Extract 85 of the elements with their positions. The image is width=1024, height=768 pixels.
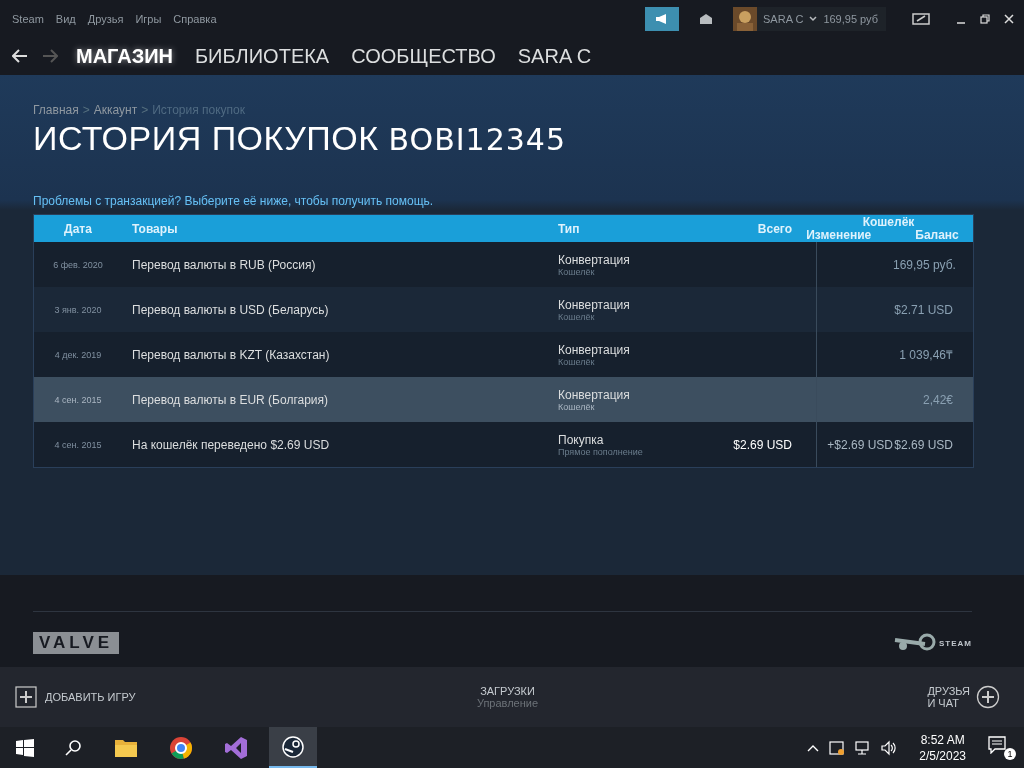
type-cell-text: Конвертация bbox=[558, 387, 631, 402]
breadcrumb-separator: > bbox=[82, 103, 90, 117]
downloads-label[interactable]: ЗАГРУЗКИ bbox=[480, 685, 535, 697]
avatar[interactable] bbox=[733, 6, 757, 31]
add-game-button[interactable]: ДОБАВИТЬ ИГРУ bbox=[45, 691, 136, 703]
item-cell-text: Перевод валюты в EUR (Болгария) bbox=[131, 392, 330, 407]
megaphone-icon bbox=[655, 12, 669, 25]
big-picture-icon[interactable] bbox=[912, 12, 930, 25]
balance-cell-text: 1 039,46₸ bbox=[899, 347, 953, 363]
chevron-up-icon[interactable] bbox=[807, 743, 820, 752]
menu-item[interactable]: Steam bbox=[12, 12, 44, 25]
visual-studio-icon[interactable] bbox=[224, 735, 248, 760]
downloads-status: Управление bbox=[476, 697, 539, 709]
add-friend-icon[interactable] bbox=[976, 685, 1000, 709]
item-cell-text: Перевод валюты в RUB (Россия) bbox=[131, 257, 317, 272]
nav-tab[interactable]: SARA C bbox=[517, 44, 592, 68]
folder-icon[interactable] bbox=[114, 737, 138, 758]
announcements-button[interactable] bbox=[645, 6, 679, 31]
caret-icon[interactable] bbox=[809, 15, 818, 22]
steam-icon bbox=[282, 735, 304, 758]
breadcrumb-separator: > bbox=[141, 103, 149, 117]
column-header: Изменение bbox=[806, 228, 872, 242]
item-cell-text: Перевод валюты в KZT (Казахстан) bbox=[131, 347, 331, 362]
menu-item[interactable]: Друзья bbox=[87, 12, 124, 25]
date-cell-text: 4 сен. 2015 bbox=[53, 394, 103, 405]
search-icon[interactable] bbox=[65, 738, 83, 757]
subtype-cell-text: Кошелёк bbox=[558, 356, 595, 367]
subtype-cell-text: Кошелёк bbox=[558, 266, 595, 277]
item-cell-text: На кошелёк переведено $2.69 USD bbox=[131, 437, 331, 452]
restore-icon[interactable] bbox=[980, 13, 990, 24]
sync-icon[interactable] bbox=[829, 739, 846, 756]
balance-cell: 169,95 руб. bbox=[893, 257, 956, 272]
balance-cell: $2.71 USD bbox=[894, 302, 953, 317]
menu-item[interactable]: Игры bbox=[135, 12, 162, 25]
username: BOBI12345 bbox=[388, 122, 566, 157]
breadcrumb[interactable]: Аккаунт bbox=[93, 103, 138, 117]
breadcrumb[interactable]: Главная bbox=[33, 103, 79, 117]
valve-logo[interactable]: VALVE bbox=[33, 632, 120, 654]
account-name[interactable]: SARA C bbox=[763, 12, 804, 25]
type-cell-text: Конвертация bbox=[558, 342, 631, 357]
subtype-cell-text: Кошелёк bbox=[558, 311, 595, 322]
notification-count: 1 bbox=[1004, 747, 1016, 760]
nav-tab[interactable]: МАГАЗИН bbox=[76, 44, 173, 68]
menu-item[interactable]: Справка bbox=[173, 12, 217, 25]
menu-item[interactable]: Вид bbox=[55, 12, 76, 25]
back-icon[interactable] bbox=[12, 49, 28, 63]
close-icon[interactable] bbox=[1004, 13, 1014, 24]
clock-time[interactable]: 8:52 AM bbox=[920, 731, 965, 748]
item-cell-text: Перевод валюты в USD (Беларусь) bbox=[131, 302, 330, 317]
wallet-balance: 169,95 руб bbox=[823, 12, 878, 25]
date-cell-text: 4 сен. 2015 bbox=[53, 439, 103, 450]
add-icon[interactable] bbox=[15, 686, 37, 708]
column-header: Баланс bbox=[915, 228, 959, 242]
table-row[interactable]: 4 сен. 2015 Перевод валюты в EUR (Болгария) Конвертация Кошелёк 2,42€ bbox=[34, 377, 973, 422]
column-header: Всего bbox=[756, 221, 792, 236]
balance-cell: $2.69 USD bbox=[894, 437, 953, 452]
browser-icon[interactable] bbox=[169, 735, 193, 760]
date-cell-text: 3 янв. 2020 bbox=[53, 304, 103, 315]
column-header: Товары bbox=[131, 221, 179, 236]
date-cell-text: 6 фев. 2020 bbox=[52, 259, 104, 270]
volume-icon[interactable] bbox=[881, 739, 898, 756]
type-cell-text: Покупка bbox=[558, 432, 605, 447]
network-icon[interactable] bbox=[855, 739, 872, 756]
clock-date[interactable]: 2/5/2023 bbox=[919, 747, 966, 764]
column-header: Тип bbox=[558, 221, 581, 236]
total-cell: $2.69 USD bbox=[733, 437, 792, 452]
friends-chat-button[interactable]: ДРУЗЬЯ И ЧАТ bbox=[927, 685, 970, 709]
column-header: Дата bbox=[63, 221, 93, 236]
subtype-cell-text: Прямое пополнение bbox=[558, 446, 644, 457]
nav-tab[interactable]: БИБЛИОТЕКА bbox=[195, 44, 330, 68]
type-cell-text: Конвертация bbox=[558, 252, 631, 267]
steam-logo-text: STEAM bbox=[939, 638, 972, 648]
balance-cell: 2,42€ bbox=[922, 392, 953, 407]
type-cell-text: Конвертация bbox=[558, 297, 631, 312]
date-cell-text: 4 дек. 2019 bbox=[53, 349, 103, 360]
notification-icon[interactable] bbox=[988, 735, 1008, 754]
page-title: ИСТОРИЯ ПОКУПОК bbox=[33, 119, 379, 157]
subtype-cell-text: Кошелёк bbox=[558, 401, 595, 412]
table-row[interactable]: 3 янв. 2020 Перевод валюты в USD (Беларусь) Конвертация Кошелёк $2.71 USD bbox=[34, 287, 973, 332]
steam-taskbar-button[interactable] bbox=[269, 727, 317, 768]
change-cell: +$2.69 USD bbox=[827, 437, 893, 452]
help-link[interactable]: Проблемы с транзакцией? Выберите её ниже, чтобы получить помощь. bbox=[33, 194, 991, 208]
nav-tab[interactable]: СООБЩЕСТВО bbox=[351, 44, 496, 68]
start-icon[interactable] bbox=[16, 738, 34, 757]
column-header: Кошелёк bbox=[862, 215, 915, 229]
